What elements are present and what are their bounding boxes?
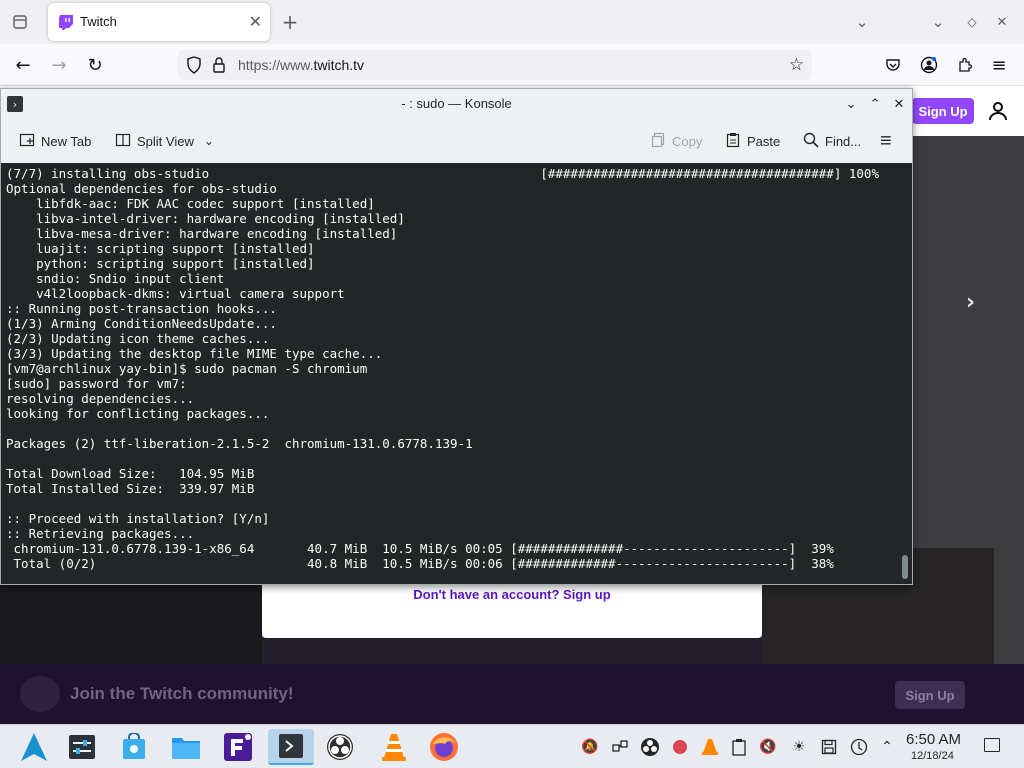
notifications-icon[interactable]: 🔕 [580, 737, 600, 757]
recording-icon[interactable] [670, 737, 690, 757]
konsole-hamburger-menu-icon[interactable]: ≡ [880, 130, 892, 152]
new-tab-icon[interactable]: + [278, 10, 302, 34]
copy-label: Copy [672, 133, 703, 149]
browser-tab-twitch[interactable]: Twitch ✕ [48, 3, 270, 41]
find-label: Find... [825, 133, 862, 149]
terminal-output: (7/7) installing obs-studio [###########… [6, 166, 879, 571]
featured-thumbnail-middle [262, 638, 762, 664]
discover-icon[interactable] [116, 729, 152, 765]
volume-muted-icon[interactable]: 🔇 [758, 737, 778, 757]
close-window-icon[interactable]: ✕ [990, 10, 1014, 34]
konsole-maximize-icon[interactable]: ⌃ [865, 94, 885, 114]
tracking-shield-icon[interactable] [186, 56, 202, 78]
show-desktop-icon[interactable] [984, 738, 1000, 752]
konsole-close-icon[interactable]: ✕ [889, 94, 909, 114]
new-tab-button[interactable]: New Tab [19, 131, 91, 151]
bookmark-star-icon[interactable]: ☆ [789, 55, 804, 75]
pocket-icon[interactable] [880, 52, 906, 78]
paste-icon [725, 132, 741, 151]
twitch-user-icon[interactable] [986, 99, 1010, 123]
tab-title: Twitch [80, 14, 117, 29]
updates-icon[interactable] [849, 737, 869, 757]
account-icon[interactable] [916, 52, 942, 78]
minimize-window-icon[interactable]: ⌄ [926, 10, 950, 34]
twitch-signup-button-top[interactable]: Sign Up [912, 98, 974, 124]
brightness-icon[interactable]: ☀ [789, 737, 809, 757]
twitch-favicon-icon [59, 15, 73, 30]
new-tab-label: New Tab [41, 133, 92, 149]
konsole-window: › - : sudo — Konsole ⌄ ⌃ ✕ New Tab Split… [0, 88, 913, 585]
obs-studio-icon[interactable] [322, 729, 358, 765]
paste-label: Paste [747, 133, 781, 149]
split-view-label: Split View [137, 133, 194, 149]
terminal-view[interactable]: (7/7) installing obs-studio [###########… [1, 163, 912, 584]
url-scheme: https://www. [238, 57, 314, 73]
tab-close-icon[interactable]: ✕ [249, 12, 262, 31]
konsole-window-title: - : sudo — Konsole [401, 96, 512, 111]
twitch-login-card: Don't have an account? Sign up [262, 584, 762, 638]
browser-tab-bar: Twitch ✕ + ⌄ ⌄ ◇ ✕ [0, 0, 1024, 44]
application-launcher-icon[interactable] [16, 729, 52, 765]
network-icon[interactable] [610, 737, 630, 757]
join-community-text: Join the Twitch community! [70, 684, 294, 703]
tab-overflow-chevron-icon[interactable]: ⌄ [850, 10, 874, 34]
browser-nav-bar: ← → ↻ https://www.twitch.tv ☆ ≡ [0, 44, 1024, 86]
twitch-community-banner: Join the Twitch community! Sign Up [0, 664, 1024, 724]
hamburger-menu-icon[interactable]: ≡ [986, 52, 1012, 78]
vlc-icon[interactable] [376, 729, 412, 765]
vlc-tray-icon[interactable] [700, 737, 720, 757]
restore-window-icon[interactable]: ◇ [960, 10, 984, 34]
disk-save-icon[interactable] [819, 737, 839, 757]
lock-icon[interactable] [212, 56, 226, 78]
split-view-icon [115, 132, 131, 151]
paste-button[interactable]: Paste [725, 131, 780, 151]
obs-tray-icon[interactable] [640, 737, 660, 757]
split-view-chevron-down-icon: ⌄ [203, 134, 214, 148]
back-arrow-icon[interactable]: ← [10, 52, 36, 78]
firefox-icon[interactable] [426, 729, 462, 765]
system-settings-icon[interactable] [64, 729, 100, 765]
clock-time[interactable]: 6:50 AM [906, 731, 961, 748]
konsole-titlebar[interactable]: › - : sudo — Konsole ⌄ ⌃ ✕ [1, 89, 912, 119]
split-view-button[interactable]: Split View ⌄ [115, 131, 214, 151]
twitch-signup-button-bottom[interactable]: Sign Up [895, 681, 965, 709]
tray-expand-chevron-icon[interactable]: ⌃ [877, 737, 897, 757]
terminal-scrollbar[interactable] [902, 555, 908, 579]
twitch-glitch-icon [20, 676, 60, 712]
url-text[interactable]: https://www.twitch.tv [238, 57, 364, 73]
copy-icon [650, 132, 666, 151]
forward-arrow-icon[interactable]: → [46, 52, 72, 78]
flathub-app-icon[interactable] [220, 729, 256, 765]
url-host: twitch.tv [313, 57, 365, 73]
extensions-icon[interactable] [952, 52, 978, 78]
new-tab-icon [19, 132, 35, 151]
konsole-taskbar-button[interactable] [268, 729, 314, 765]
url-bar[interactable]: https://www.twitch.tv ☆ [178, 50, 812, 80]
konsole-toolbar: New Tab Split View ⌄ Copy Paste Find... … [1, 119, 912, 163]
carousel-next-arrow-icon[interactable]: › [966, 290, 975, 315]
copy-button[interactable]: Copy [650, 131, 702, 151]
dolphin-file-manager-icon[interactable] [168, 729, 204, 765]
clipboard-icon[interactable] [729, 737, 749, 757]
find-button[interactable]: Find... [803, 131, 861, 151]
reload-icon[interactable]: ↻ [82, 52, 108, 78]
search-icon [803, 132, 819, 151]
kde-taskbar: 🔕 🔇 ☀ ⌃ [0, 724, 1024, 768]
twitch-signup-link[interactable]: Don't have an account? Sign up [262, 587, 762, 602]
konsole-minimize-icon[interactable]: ⌄ [841, 94, 861, 114]
clock-date[interactable]: 12/18/24 [911, 750, 954, 762]
tab-list-icon[interactable] [8, 10, 32, 34]
